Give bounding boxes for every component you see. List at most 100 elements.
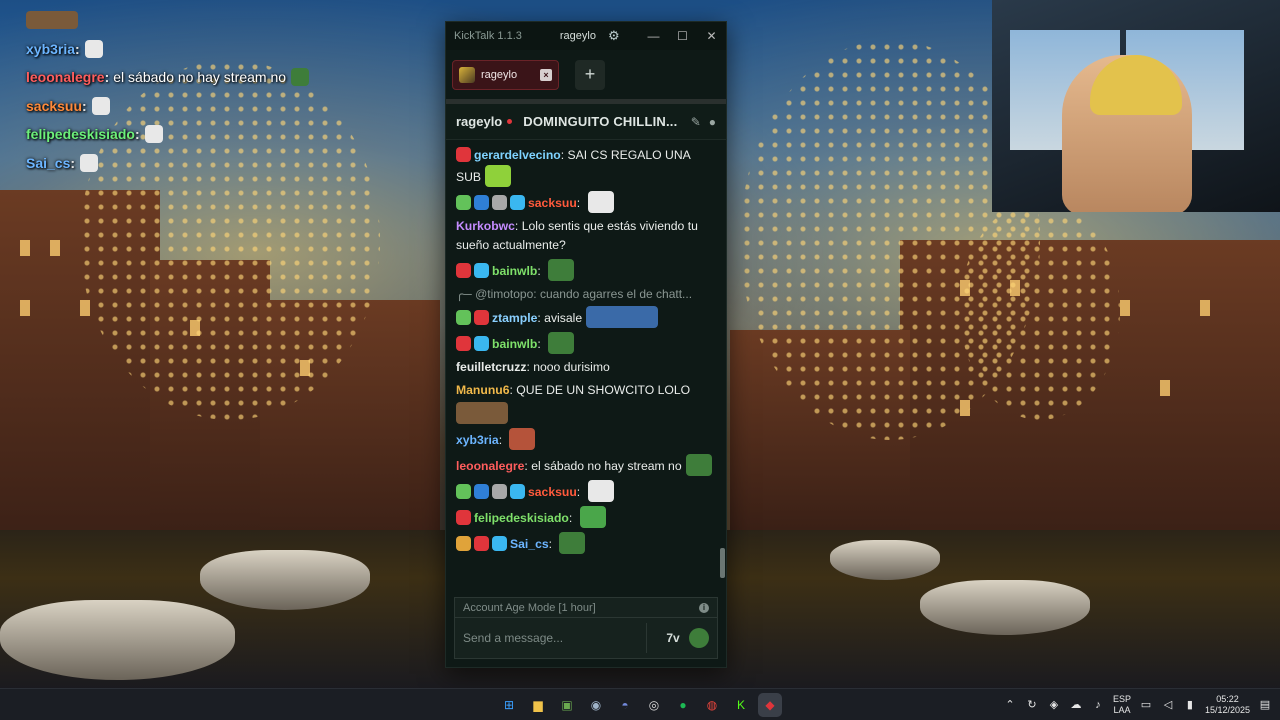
overlay-chat-line: Sai_cs:	[26, 149, 386, 178]
chevron-up-icon[interactable]: ⌃	[1003, 698, 1017, 712]
emote-image[interactable]	[485, 165, 512, 187]
chat-messages: gerardelvecino: SAI CS REGALO UNA SUB sac…	[446, 140, 726, 591]
security-icon[interactable]: ◈	[1047, 698, 1061, 712]
steam-icon[interactable]: ◉	[584, 693, 608, 717]
windows-start-icon[interactable]: ⊞	[497, 693, 521, 717]
overlay-chat-line: leoonalegre: el sábado no hay stream no	[26, 63, 386, 92]
spotify-icon[interactable]: ●	[671, 693, 695, 717]
badge-icon	[456, 336, 471, 351]
obs-icon[interactable]: ◎	[642, 693, 666, 717]
chat-username[interactable]: sacksuu	[528, 485, 577, 499]
emote-picker-icon[interactable]	[689, 628, 709, 648]
overlay-emote	[84, 39, 103, 58]
battery-icon[interactable]: ▮	[1183, 698, 1197, 712]
badge-icon	[456, 263, 471, 278]
message-input[interactable]	[463, 631, 636, 645]
overlay-emote	[26, 11, 78, 30]
emote-image[interactable]	[685, 454, 712, 476]
badge-icon	[492, 484, 507, 499]
emote-image[interactable]	[548, 332, 575, 354]
chat-message: feuilletcruzz: nooo durisimo	[456, 356, 716, 379]
chat-message: sacksuu:	[456, 189, 716, 215]
message-text: nooo durisimo	[533, 360, 610, 374]
window-titlebar[interactable]: KickTalk 1.1.3 rageylo ⚙ — ☐ ✕	[446, 22, 726, 50]
overlay-username: Sai_cs	[26, 154, 71, 171]
badge-icon	[474, 263, 489, 278]
chat-username[interactable]: feuilletcruzz	[456, 360, 526, 374]
add-tab-button[interactable]: +	[575, 59, 605, 90]
system-tray: ⌃ ↻ ◈ ☁ ♪ ESP LAA ▭ ◁ ▮ 05:22 15/12/2025…	[1003, 689, 1272, 720]
overlay-emote	[144, 125, 163, 144]
pin-icon[interactable]: ✎	[691, 115, 701, 129]
clock[interactable]: 05:22 15/12/2025	[1205, 694, 1250, 716]
discord-icon[interactable]: ◓	[613, 693, 637, 717]
chat-username[interactable]: xyb3ria	[456, 433, 499, 447]
channel-avatar	[459, 66, 475, 83]
chat-username[interactable]: Kurkobwc	[456, 219, 515, 233]
chat-username[interactable]: sacksuu	[528, 196, 577, 210]
close-tab-icon[interactable]: ×	[540, 68, 552, 81]
tab-rageylo[interactable]: rageylo ×	[452, 59, 559, 90]
app-title: KickTalk 1.1.3	[454, 30, 522, 42]
chat-message: felipedeskisiado:	[456, 504, 716, 530]
overlay-emote	[80, 153, 99, 172]
gear-icon[interactable]: ⚙	[608, 28, 620, 44]
language-indicator[interactable]: ESP LAA	[1113, 694, 1131, 716]
emote-image[interactable]	[548, 259, 575, 281]
emote-image[interactable]	[579, 506, 606, 528]
chat-username[interactable]: gerardelvecino	[474, 148, 561, 162]
reply-preview[interactable]: ╭─ @timotopo: cuando agarres el de chatt…	[456, 283, 716, 304]
chat-message: Kurkobwc: Lolo sentis que estás viviendo…	[456, 215, 716, 257]
cloud-icon[interactable]: ☁	[1069, 698, 1083, 712]
emote-image[interactable]	[559, 532, 586, 554]
chrome-icon[interactable]: ◍	[700, 693, 724, 717]
minecraft-icon[interactable]: ▣	[555, 693, 579, 717]
chat-username[interactable]: bainwlb	[492, 264, 537, 278]
emote-image[interactable]	[587, 480, 614, 502]
emote-image[interactable]	[509, 428, 536, 450]
message-colon: :	[514, 219, 522, 233]
info-icon[interactable]: i	[699, 602, 709, 613]
7tv-icon[interactable]: 7v	[663, 628, 683, 648]
chat-username[interactable]: leoonalegre	[456, 459, 524, 473]
close-button[interactable]: ✕	[697, 29, 726, 43]
minimize-button[interactable]: —	[639, 29, 668, 43]
microphone-icon[interactable]: ♪	[1091, 698, 1105, 712]
chat-input-area: Account Age Mode [1 hour] i 7v	[446, 591, 726, 667]
overlay-separator: :	[104, 69, 110, 86]
message-colon: :	[537, 264, 545, 278]
webcam-feed	[992, 0, 1280, 212]
volume-icon[interactable]: ◁	[1161, 698, 1175, 712]
chat-scrollbar[interactable]	[720, 548, 725, 578]
kick-icon[interactable]: K	[729, 693, 753, 717]
chat-username[interactable]: Sai_cs	[510, 537, 549, 551]
overlay-separator: :	[134, 126, 140, 143]
taskbar-apps: ⊞ ▆ ▣ ◉ ◓ ◎ ● ◍ K ◆	[497, 693, 782, 717]
chat-username[interactable]: felipedeskisiado	[474, 511, 569, 525]
chat-username[interactable]: bainwlb	[492, 337, 537, 351]
sync-icon[interactable]: ↻	[1025, 698, 1039, 712]
emote-image[interactable]	[456, 402, 508, 424]
overlay-separator: :	[82, 97, 87, 114]
badge-icon	[492, 536, 507, 551]
channel-name[interactable]: rageylo	[456, 114, 502, 129]
network-icon[interactable]: ▭	[1139, 698, 1153, 712]
message-colon: :	[568, 511, 576, 525]
overlay-chat-line: xyb3ria:	[26, 35, 386, 64]
overlay-username: xyb3ria	[26, 40, 76, 57]
chat-username[interactable]: Manunu6	[456, 383, 510, 397]
emote-image[interactable]	[587, 191, 614, 213]
stream-title: DOMINGUITO CHILLIN...	[523, 114, 678, 129]
maximize-button[interactable]: ☐	[668, 29, 697, 43]
badge-icon	[456, 510, 471, 525]
kicktalk-window: KickTalk 1.1.3 rageylo ⚙ — ☐ ✕ rageylo ×…	[445, 21, 727, 668]
file-explorer-icon[interactable]: ▆	[526, 693, 550, 717]
kicktalk-icon[interactable]: ◆	[758, 693, 782, 717]
emote-image[interactable]	[586, 306, 659, 328]
notifications-icon[interactable]: ▤	[1258, 698, 1272, 712]
chat-message: bainwlb:	[456, 257, 716, 283]
chat-username[interactable]: ztample	[492, 311, 537, 325]
tab-label: rageylo	[481, 68, 518, 81]
account-name[interactable]: rageylo	[560, 30, 596, 42]
user-icon[interactable]: ●	[709, 115, 716, 129]
